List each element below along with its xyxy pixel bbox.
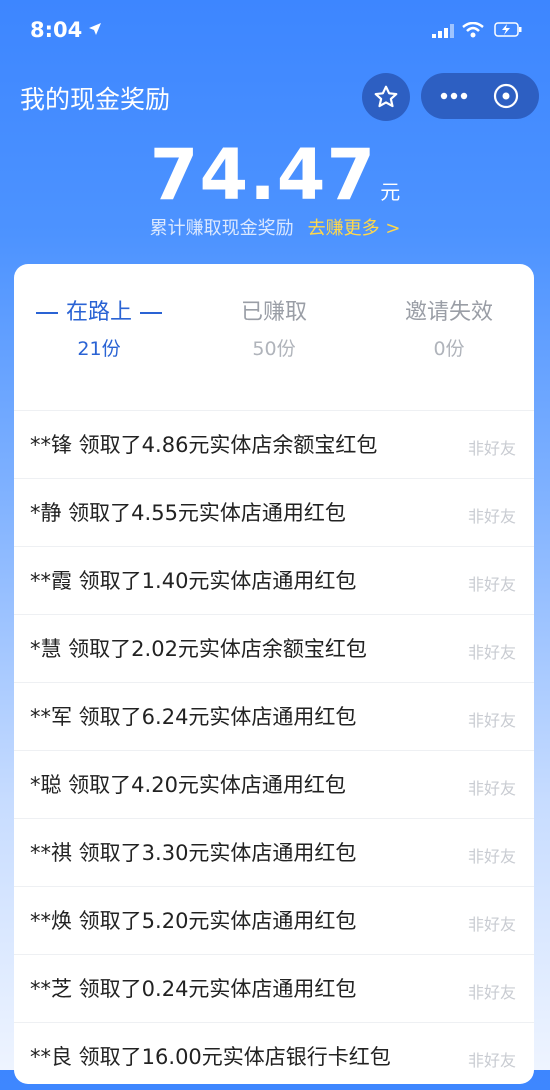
close-button[interactable] [491, 81, 521, 111]
mini-program-capsule [421, 73, 539, 119]
status-time: 8:04 [30, 18, 83, 42]
reward-amount-unit: 元 [380, 180, 401, 204]
tab-label: 邀请失效 [404, 300, 493, 325]
list-item: **锋 领取了4.86元实体店余额宝红包 非好友 [14, 410, 534, 478]
record-text: *静 领取了4.55元实体店通用红包 [30, 501, 346, 525]
record-tag: 非好友 [467, 439, 516, 458]
star-outline-icon [374, 85, 398, 108]
list-item: *慧 领取了2.02元实体店余额宝红包 非好友 [14, 614, 534, 682]
tab-invite-expired[interactable]: 邀请失效 0份 [364, 294, 534, 361]
record-tag: 非好友 [467, 575, 516, 594]
tab-label: 在路上 [65, 300, 132, 325]
tab-earned[interactable]: 已赚取 50份 [189, 294, 359, 361]
record-text: **芝 领取了0.24元实体店通用红包 [30, 977, 357, 1001]
records-card: 在路上 21份 已赚取 50份 邀请失效 0份 **锋 领取了4.86元实体店余… [14, 264, 534, 1084]
list-item: *静 领取了4.55元实体店通用红包 非好友 [14, 478, 534, 546]
page-title: 我的现金奖励 [20, 85, 171, 114]
wifi-icon [462, 22, 484, 38]
list-item: *聪 领取了4.20元实体店通用红包 非好友 [14, 750, 534, 818]
tab-count: 0份 [433, 338, 465, 360]
record-text: **良 领取了16.00元实体店银行卡红包 [30, 1045, 391, 1069]
more-button[interactable] [437, 83, 471, 109]
tab-label: 已赚取 [240, 300, 307, 325]
reward-subline: 累计赚取现金奖励 去赚更多 > [0, 214, 550, 240]
status-bar: 8:04 [0, 0, 550, 58]
favorite-button[interactable] [362, 73, 410, 121]
list-item: **祺 领取了3.30元实体店通用红包 非好友 [14, 818, 534, 886]
record-tag: 非好友 [467, 507, 516, 526]
record-text: **锋 领取了4.86元实体店余额宝红包 [30, 433, 378, 457]
record-text: *慧 领取了2.02元实体店余额宝红包 [30, 637, 367, 661]
more-dots-icon [440, 92, 468, 100]
earn-more-link[interactable]: 去赚更多 > [308, 218, 401, 239]
list-item: **芝 领取了0.24元实体店通用红包 非好友 [14, 954, 534, 1022]
record-tag: 非好友 [467, 711, 516, 730]
reward-label: 累计赚取现金奖励 [149, 218, 294, 239]
location-arrow-icon [89, 23, 101, 35]
tab-indicator-left [35, 312, 58, 314]
record-text: **军 领取了6.24元实体店通用红包 [30, 705, 357, 729]
list-item: **良 领取了16.00元实体店银行卡红包 非好友 [14, 1022, 534, 1090]
tab-count: 50份 [252, 338, 296, 360]
tab-on-the-way[interactable]: 在路上 21份 [14, 294, 184, 361]
list-item: **军 领取了6.24元实体店通用红包 非好友 [14, 682, 534, 750]
signal-bars-icon [432, 24, 454, 38]
reward-amount: 74.47 元 [0, 134, 550, 216]
records-list: **锋 领取了4.86元实体店余额宝红包 非好友 *静 领取了4.55元实体店通用… [14, 410, 534, 1090]
reward-amount-value: 74.47 [149, 134, 377, 216]
record-tag: 非好友 [467, 1051, 516, 1070]
tab-bar: 在路上 21份 已赚取 50份 邀请失效 0份 [14, 294, 534, 364]
record-text: **霞 领取了1.40元实体店通用红包 [30, 569, 357, 593]
record-text: **祺 领取了3.30元实体店通用红包 [30, 841, 357, 865]
tab-count: 21份 [77, 338, 121, 360]
list-item: **焕 领取了5.20元实体店通用红包 非好友 [14, 886, 534, 954]
record-tag: 非好友 [467, 779, 516, 798]
record-tag: 非好友 [467, 847, 516, 866]
tab-indicator-right [140, 312, 162, 314]
record-tag: 非好友 [467, 983, 516, 1002]
record-tag: 非好友 [467, 915, 516, 934]
record-text: **焕 领取了5.20元实体店通用红包 [30, 909, 357, 933]
list-item: **霞 领取了1.40元实体店通用红包 非好友 [14, 546, 534, 614]
record-text: *聪 领取了4.20元实体店通用红包 [30, 773, 346, 797]
close-circle-icon [493, 83, 519, 109]
battery-charging-icon [494, 22, 522, 37]
record-tag: 非好友 [467, 643, 516, 662]
